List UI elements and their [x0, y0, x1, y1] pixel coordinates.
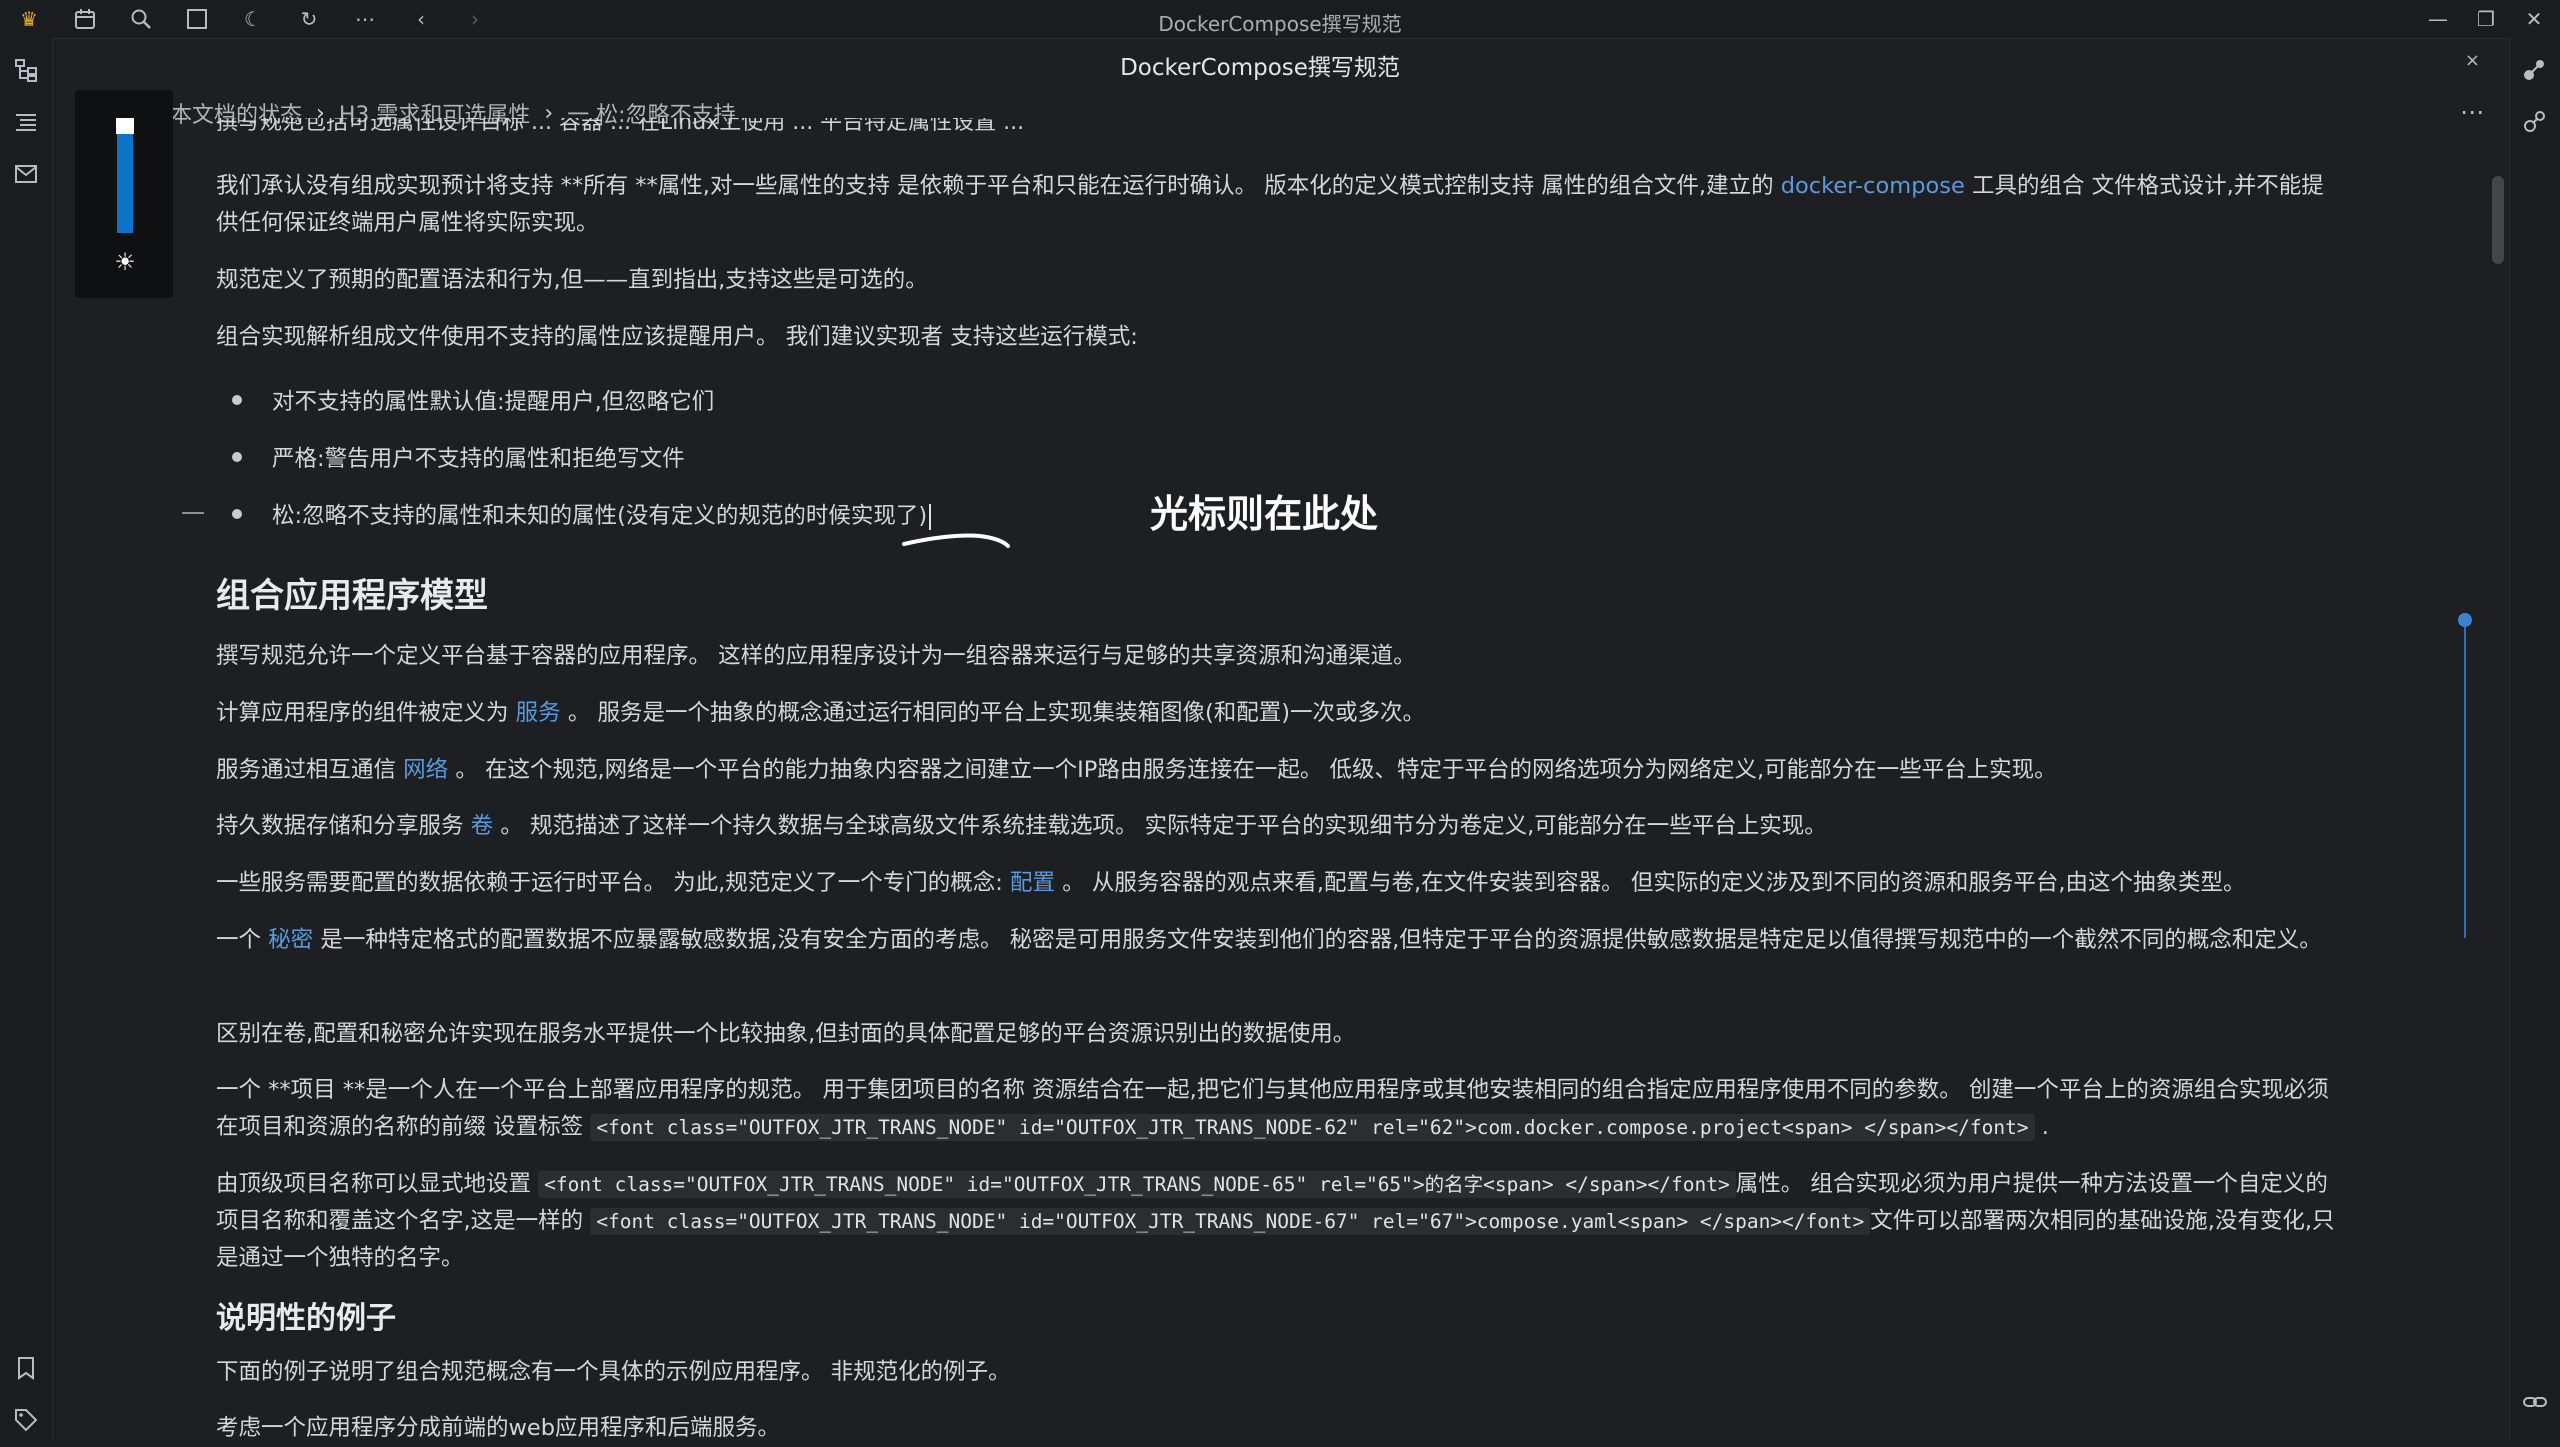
volumes-link[interactable]: 卷	[471, 813, 494, 839]
bullet-icon	[232, 395, 242, 405]
mail-icon[interactable]	[8, 156, 44, 192]
title-bar: ♛ ☾ ↻ ⋯ ‹ › DockerCompose撰写规范 — ❐ ✕	[0, 0, 2560, 39]
right-sidebar	[2509, 38, 2560, 1440]
list-item: 严格:警告用户不支持的属性和拒绝写文件	[272, 446, 685, 472]
left-sidebar	[0, 38, 53, 1440]
local-graph-icon[interactable]	[2517, 104, 2553, 140]
scrollbar[interactable]	[2492, 176, 2504, 264]
paragraph: 服务通过相互通信 网络 。 在这个规范,网络是一个平台的能力抽象内容器之间建立一…	[216, 757, 2057, 783]
paragraph: 区别在卷,配置和秘密允许实现在服务水平提供一个比较抽象,但封面的具体配置足够的平…	[216, 1021, 1356, 1047]
services-link[interactable]: 服务	[516, 700, 561, 726]
networks-link[interactable]: 网络	[403, 757, 448, 783]
link-icon[interactable]	[2517, 1384, 2553, 1420]
text-cursor	[929, 503, 932, 530]
sun-icon: ☀	[114, 248, 136, 276]
handwritten-underline	[902, 533, 1010, 548]
brightness-slider[interactable]	[117, 118, 133, 233]
subsection-heading: 说明性的例子	[216, 1301, 396, 1336]
outline-position-marker[interactable]	[2458, 613, 2472, 627]
list-item: 对不支持的属性默认值:提醒用户,但忽略它们	[272, 389, 715, 415]
paragraph: 规范定义了预期的配置语法和行为,但——直到指出,支持这些是可选的。	[216, 267, 928, 293]
inline-code: <font class="OUTFOX_JTR_TRANS_NODE" id="…	[590, 1208, 1871, 1235]
graph-view-icon[interactable]	[2517, 52, 2553, 88]
paragraph: 撰写规范允许一个定义平台基于容器的应用程序。 这样的应用程序设计为一组容器来运行…	[216, 643, 1416, 669]
outline-progress-line	[2464, 620, 2466, 938]
docker-compose-link[interactable]: docker-compose	[1781, 173, 1965, 199]
document-title: DockerCompose撰写规范	[1120, 55, 1400, 81]
minimize-icon[interactable]: —	[2418, 4, 2458, 34]
close-document-icon[interactable]: ×	[2465, 50, 2480, 71]
paragraph: 计算应用程序的组件被定义为 服务 。 服务是一个抽象的概念通过运行相同的平台上实…	[216, 700, 1426, 726]
paragraph: 我们承认没有组成实现预计将支持 **所有 **属性,对一些属性的支持 是依赖于平…	[216, 173, 2324, 236]
brightness-slider-handle[interactable]	[116, 118, 134, 134]
paragraph: 下面的例子说明了组合规范概念有一个具体的示例应用程序。 非规范化的例子。	[216, 1359, 1011, 1385]
paragraph: 一些服务需要配置的数据依赖于运行时平台。 为此,规范定义了一个专门的概念: 配置…	[216, 870, 2246, 896]
document-tab-bar: DockerCompose撰写规范 ×	[60, 38, 2500, 88]
close-window-icon[interactable]: ✕	[2514, 4, 2554, 34]
fold-marker[interactable]	[182, 512, 204, 514]
tag-icon[interactable]	[8, 1402, 44, 1438]
paragraph: 组合实现解析组成文件使用不支持的属性应该提醒用户。 我们建议实现者 支持这些运行…	[216, 324, 1138, 350]
section-heading: 组合应用程序模型	[216, 576, 488, 616]
secrets-link[interactable]: 秘密	[268, 927, 313, 953]
brightness-popup: ☀	[75, 90, 173, 298]
bullet-icon	[232, 509, 242, 519]
file-tree-icon[interactable]	[8, 52, 44, 88]
configs-link[interactable]: 配置	[1010, 870, 1055, 896]
paragraph: 考虑一个应用程序分成前端的web应用程序和后端服务。	[216, 1415, 781, 1441]
paragraph: 一个 秘密 是一种特定格式的配置数据不应暴露敏感数据,没有安全方面的考虑。 秘密…	[216, 927, 2322, 953]
restore-icon[interactable]: ❐	[2466, 4, 2506, 34]
list-item: 松:忽略不支持的属性和未知的属性(没有定义的规范的时候实现了)	[272, 498, 932, 530]
inline-code: <font class="OUTFOX_JTR_TRANS_NODE" id="…	[590, 1114, 2035, 1141]
outline-icon[interactable]	[8, 104, 44, 140]
bookmark-icon[interactable]	[8, 1350, 44, 1386]
paragraph: 持久数据存储和分享服务 卷 。 规范描述了这样一个持久数据与全球高级文件系统挂载…	[216, 813, 1827, 839]
cursor-annotation: 光标则在此处	[1150, 492, 1379, 536]
window-title: DockerCompose撰写规范	[1158, 12, 1402, 36]
bullet-icon	[232, 452, 242, 462]
more-options-icon[interactable]: ⋯	[2460, 98, 2484, 126]
inline-code: <font class="OUTFOX_JTR_TRANS_NODE" id="…	[538, 1171, 1736, 1198]
partially-scrolled-line: 撰写规范包括可选属性设计目标 ... 容器 ... 在Linux上使用 ... …	[216, 118, 1025, 135]
paragraph: 由顶级项目名称可以显式地设置 <font class="OUTFOX_JTR_T…	[216, 1171, 2335, 1271]
paragraph: 一个 **项目 **是一个人在一个平台上部署应用程序的规范。 用于集团项目的名称…	[216, 1077, 2329, 1141]
